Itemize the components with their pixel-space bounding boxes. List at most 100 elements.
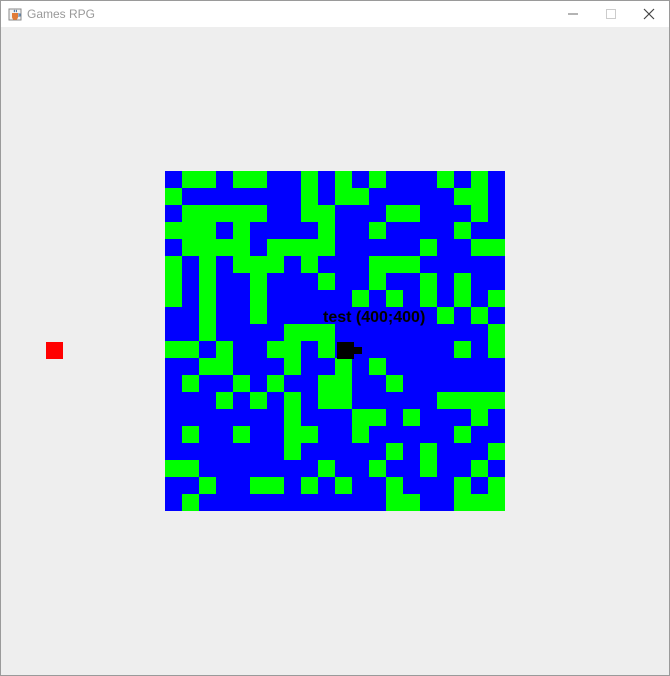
grass-tile (420, 273, 437, 290)
grass-tile (403, 409, 420, 426)
grass-tile (318, 239, 335, 256)
grass-tile (250, 392, 267, 409)
grass-tile (352, 409, 369, 426)
grass-tile (369, 222, 386, 239)
grass-tile (488, 239, 505, 256)
grass-tile (199, 273, 216, 290)
minimize-icon (568, 13, 578, 15)
grass-tile (369, 409, 386, 426)
player-character (337, 342, 354, 359)
title-bar[interactable]: Games RPG (1, 1, 669, 27)
grass-tile (488, 341, 505, 358)
grass-tile (386, 443, 403, 460)
grass-tile (301, 205, 318, 222)
npc-enemy (46, 342, 63, 359)
grass-tile (199, 256, 216, 273)
grass-tile (216, 358, 233, 375)
grass-tile (437, 171, 454, 188)
grass-tile (284, 409, 301, 426)
grass-tile (471, 171, 488, 188)
grass-tile (216, 205, 233, 222)
grass-tile (182, 375, 199, 392)
grass-tile (386, 477, 403, 494)
grass-tile (318, 392, 335, 409)
grass-tile (471, 205, 488, 222)
player-label: test (400;400) (323, 309, 426, 326)
grass-tile (199, 222, 216, 239)
grass-tile (471, 239, 488, 256)
app-window: Games RPG test (400;400) (0, 0, 670, 676)
grass-tile (301, 171, 318, 188)
grass-tile (335, 171, 352, 188)
grass-tile (250, 205, 267, 222)
grass-tile (182, 494, 199, 511)
grass-tile (284, 392, 301, 409)
grass-tile (199, 205, 216, 222)
grass-tile (369, 460, 386, 477)
grass-tile (318, 205, 335, 222)
grass-tile (403, 256, 420, 273)
grass-tile (488, 324, 505, 341)
close-icon (643, 8, 655, 20)
grass-tile (471, 460, 488, 477)
grass-tile (318, 460, 335, 477)
grass-tile (488, 392, 505, 409)
grass-tile (454, 494, 471, 511)
grass-tile (267, 256, 284, 273)
grass-tile (352, 290, 369, 307)
grass-tile (250, 273, 267, 290)
grass-tile (386, 494, 403, 511)
grass-tile (250, 256, 267, 273)
grass-tile (250, 307, 267, 324)
grass-tile (301, 239, 318, 256)
grass-tile (216, 392, 233, 409)
grass-tile (454, 426, 471, 443)
grass-tile (301, 324, 318, 341)
grass-tile (233, 239, 250, 256)
grass-tile (318, 222, 335, 239)
grass-tile (165, 290, 182, 307)
grass-tile (471, 188, 488, 205)
grass-tile (267, 477, 284, 494)
minimize-button[interactable] (554, 1, 592, 27)
grass-tile (454, 222, 471, 239)
grass-tile (165, 273, 182, 290)
grass-tile (301, 477, 318, 494)
grass-tile (233, 171, 250, 188)
grass-tile (182, 239, 199, 256)
grass-tile (488, 494, 505, 511)
close-button[interactable] (630, 1, 668, 27)
grass-tile (437, 307, 454, 324)
grass-tile (369, 171, 386, 188)
java-app-icon (8, 7, 22, 21)
grass-tile (165, 256, 182, 273)
grass-tile (352, 426, 369, 443)
grass-tile (233, 205, 250, 222)
grass-tile (267, 341, 284, 358)
grass-tile (454, 392, 471, 409)
grass-tile (165, 222, 182, 239)
grass-tile (284, 341, 301, 358)
maximize-button[interactable] (592, 1, 630, 27)
grass-tile (335, 375, 352, 392)
grass-tile (216, 239, 233, 256)
grass-tile (267, 375, 284, 392)
grass-tile (488, 290, 505, 307)
grass-tile (182, 460, 199, 477)
grass-tile (182, 341, 199, 358)
grass-tile (471, 307, 488, 324)
grass-tile (488, 443, 505, 460)
grass-tile (301, 256, 318, 273)
grass-tile (471, 409, 488, 426)
grass-tile (335, 477, 352, 494)
grass-tile (284, 358, 301, 375)
grass-tile (284, 324, 301, 341)
grass-tile (369, 273, 386, 290)
game-canvas[interactable]: test (400;400) (1, 27, 669, 675)
maximize-icon (606, 9, 616, 19)
grass-tile (284, 443, 301, 460)
grass-tile (216, 341, 233, 358)
grass-tile (250, 171, 267, 188)
grass-tile (182, 205, 199, 222)
player-weapon (354, 347, 362, 354)
